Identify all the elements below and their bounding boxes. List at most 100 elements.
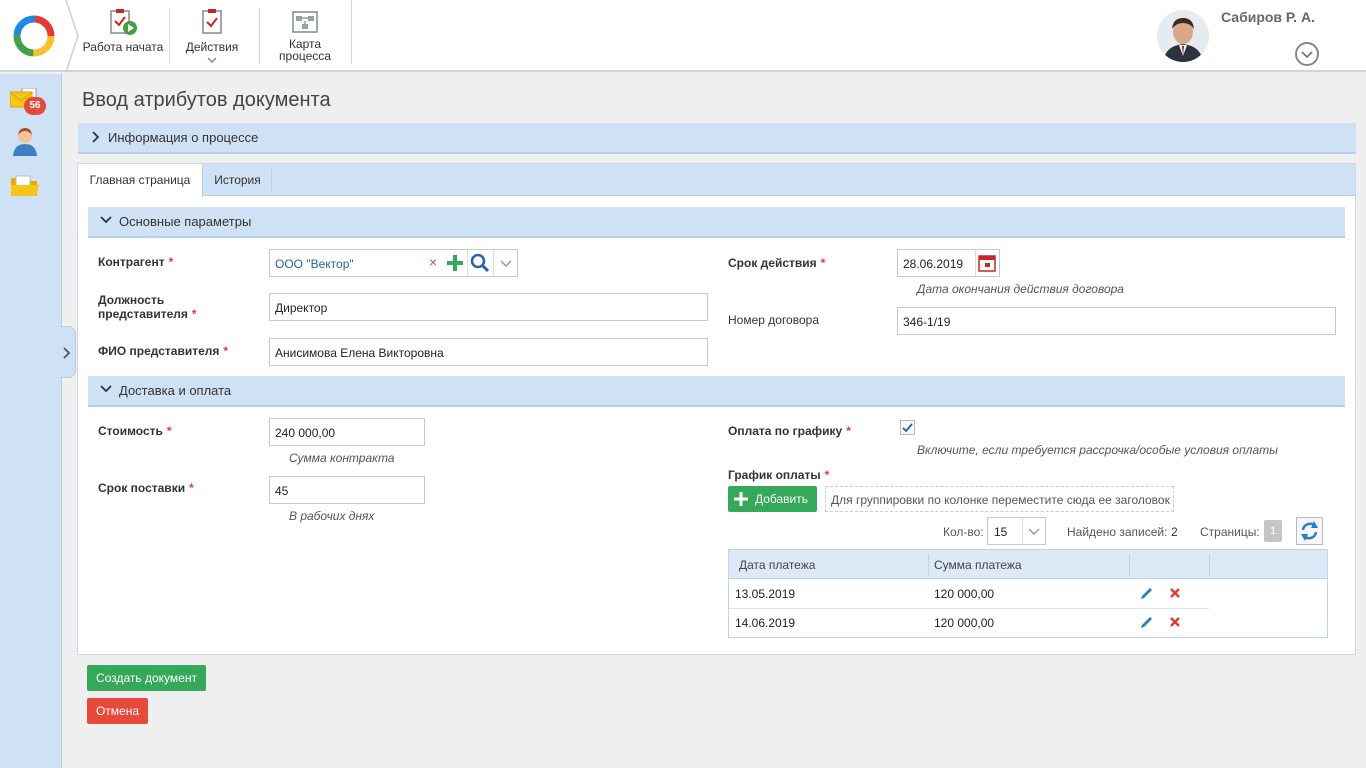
tab-history[interactable]: История bbox=[204, 169, 272, 191]
tab-main[interactable]: Главная страница bbox=[78, 164, 203, 197]
section-main-params[interactable]: Основные параметры bbox=[88, 207, 1345, 238]
chevron-down-icon bbox=[100, 385, 112, 393]
check-icon bbox=[902, 423, 913, 433]
mail-count-badge: 56 bbox=[24, 97, 46, 115]
chevron-down-icon[interactable] bbox=[500, 260, 512, 268]
counterparty-label-text: Контрагент bbox=[98, 255, 165, 269]
fio-label-text: ФИО представителя bbox=[98, 344, 220, 358]
chevron-down-icon bbox=[1028, 528, 1040, 536]
page-number-button[interactable]: 1 bbox=[1264, 520, 1282, 542]
contract-no-label: Номер договора bbox=[728, 313, 819, 327]
tab-main-label: Главная страница bbox=[89, 173, 191, 187]
fio-label: ФИО представителя * bbox=[98, 344, 228, 358]
process-map-icon bbox=[292, 11, 318, 33]
page-title: Ввод атрибутов документа bbox=[82, 89, 331, 111]
validity-date-value: 28.06.2019 bbox=[903, 257, 964, 271]
delivery-term-label-text: Срок поставки bbox=[98, 481, 186, 495]
delivery-term-label: Срок поставки * bbox=[98, 481, 194, 495]
search-icon[interactable] bbox=[470, 253, 490, 273]
add-payment-label: Добавить bbox=[754, 492, 809, 506]
plus-icon bbox=[734, 492, 748, 506]
edit-icon[interactable] bbox=[1139, 585, 1155, 601]
pay-schedule-checkbox[interactable] bbox=[900, 420, 915, 435]
actions-button[interactable]: Действия bbox=[172, 0, 252, 72]
edit-icon[interactable] bbox=[1139, 614, 1155, 630]
sidebar-toggle[interactable] bbox=[60, 326, 76, 378]
position-input[interactable]: Директор bbox=[269, 293, 708, 321]
validity-date-field[interactable]: 28.06.2019 bbox=[897, 249, 1000, 277]
add-payment-button[interactable]: Добавить bbox=[728, 486, 817, 512]
row-sum: 120 000,00 bbox=[934, 616, 995, 630]
counterparty-label: Контрагент * bbox=[98, 255, 173, 269]
cost-hint: Сумма контракта bbox=[289, 451, 395, 465]
chevron-right-icon bbox=[92, 131, 100, 143]
clipboard-check-icon bbox=[202, 9, 222, 34]
top-toolbar: Работа начата Действия Карта процесса Са… bbox=[0, 0, 1366, 72]
required-mark: * bbox=[223, 344, 229, 358]
validity-label-text: Срок действия bbox=[728, 256, 817, 270]
fio-input[interactable]: Анисимова Елена Викторовна bbox=[269, 338, 708, 366]
group-drop-zone[interactable]: Для группировки по колонке переместите с… bbox=[825, 486, 1174, 512]
col-sum-header[interactable]: Сумма платежа bbox=[934, 558, 1022, 572]
clear-icon[interactable]: × bbox=[429, 254, 437, 270]
page-size-select[interactable]: 15 bbox=[987, 517, 1046, 545]
col-date-header[interactable]: Дата платежа bbox=[739, 558, 815, 572]
delete-icon[interactable] bbox=[1169, 587, 1181, 599]
cost-input[interactable]: 240 000,00 bbox=[269, 418, 425, 446]
position-label-line2: представителя bbox=[98, 307, 188, 321]
found-label: Найдено записей: bbox=[1067, 525, 1168, 539]
position-label: Должность представителя * bbox=[98, 293, 197, 321]
delivery-term-input[interactable]: 45 bbox=[269, 476, 425, 504]
add-icon[interactable] bbox=[445, 253, 465, 273]
row-date: 13.05.2019 bbox=[735, 587, 796, 601]
page-size-value: 15 bbox=[994, 525, 1008, 539]
required-mark: * bbox=[191, 307, 197, 321]
process-info-header[interactable]: Информация о процессе bbox=[78, 123, 1356, 154]
required-mark: * bbox=[189, 481, 194, 495]
section-main-params-label: Основные параметры bbox=[119, 214, 252, 229]
found-value: 2 bbox=[1171, 525, 1178, 539]
process-map-label: Карта процесса bbox=[279, 37, 331, 63]
section-delivery-label: Доставка и оплата bbox=[119, 383, 232, 398]
counterparty-value: ООО "Вектор" bbox=[275, 257, 354, 271]
calendar-icon[interactable] bbox=[978, 254, 996, 272]
work-started-button[interactable]: Работа начата bbox=[80, 0, 166, 72]
pay-schedule-label-text: График оплаты bbox=[728, 468, 821, 482]
validity-label: Срок действия * bbox=[728, 256, 825, 270]
counterparty-field[interactable]: ООО "Вектор" × bbox=[269, 249, 518, 277]
user-menu-button[interactable] bbox=[1295, 42, 1319, 66]
left-sidebar bbox=[0, 74, 62, 768]
payment-grid: Дата платежа Сумма платежа 13.05.2019 12… bbox=[728, 549, 1328, 638]
toolbar-divider bbox=[259, 8, 260, 64]
folder-icon[interactable] bbox=[10, 174, 40, 198]
pay-schedule-label: График оплаты * bbox=[728, 468, 829, 482]
process-map-button[interactable]: Карта процесса bbox=[262, 0, 348, 72]
refresh-button[interactable] bbox=[1296, 517, 1323, 545]
cost-label-text: Стоимость bbox=[98, 424, 163, 438]
required-mark: * bbox=[824, 468, 830, 482]
tab-history-label: История bbox=[214, 173, 261, 187]
main-panel: Главная страница История Основные параме… bbox=[77, 163, 1356, 655]
user-icon[interactable] bbox=[12, 126, 38, 156]
pay-schedule-flag-label: Оплата по графику * bbox=[728, 424, 851, 438]
toolbar-divider bbox=[351, 0, 352, 64]
required-mark: * bbox=[820, 256, 826, 270]
process-info-label: Информация о процессе bbox=[108, 130, 259, 145]
user-avatar[interactable] bbox=[1157, 10, 1209, 62]
section-delivery[interactable]: Доставка и оплата bbox=[88, 376, 1345, 407]
chevron-down-icon bbox=[100, 216, 112, 224]
contract-no-input[interactable]: 346-1/19 bbox=[897, 307, 1336, 335]
position-label-line1: Должность bbox=[98, 293, 165, 307]
pages-label: Страницы: bbox=[1200, 525, 1260, 539]
clipboard-play-icon bbox=[110, 9, 137, 35]
app-logo[interactable] bbox=[0, 0, 70, 72]
pay-schedule-flag-hint: Включите, если требуется рассрочка/особы… bbox=[917, 443, 1278, 457]
delete-icon[interactable] bbox=[1169, 616, 1181, 628]
row-sum: 120 000,00 bbox=[934, 587, 995, 601]
actions-label: Действия bbox=[185, 40, 239, 54]
row-date: 14.06.2019 bbox=[735, 616, 796, 630]
cost-label: Стоимость * bbox=[98, 424, 172, 438]
count-label: Кол-во: bbox=[943, 525, 984, 539]
create-document-button[interactable]: Создать документ bbox=[87, 665, 206, 691]
cancel-button[interactable]: Отмена bbox=[87, 698, 148, 724]
